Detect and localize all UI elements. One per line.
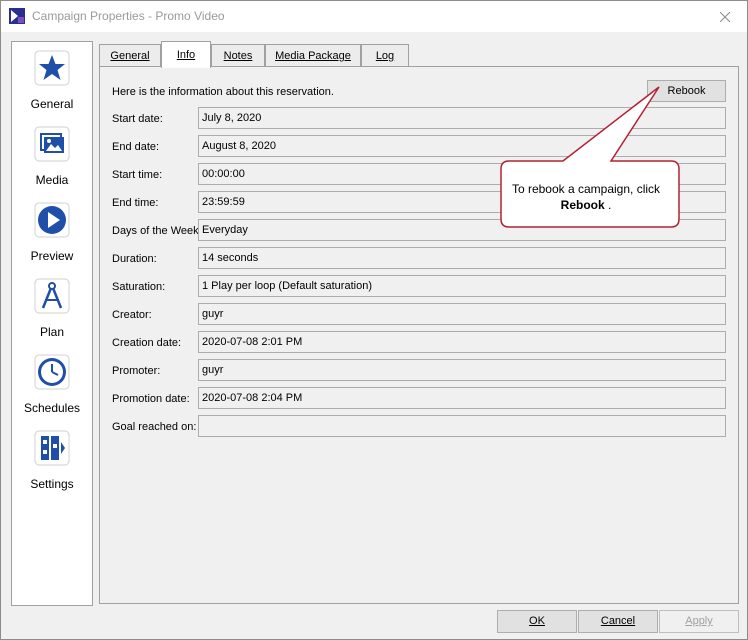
field-creation-date[interactable]: 2020-07-08 2:01 PM	[198, 331, 726, 353]
clock-icon	[34, 354, 70, 390]
ok-button[interactable]: OK	[497, 610, 577, 633]
nav-label-plan: Plan	[39, 325, 65, 339]
nav-label-settings: Settings	[30, 477, 74, 491]
field-start-date[interactable]: July 8, 2020	[198, 107, 726, 129]
star-icon	[34, 50, 70, 86]
field-label-promotion-date: Promotion date:	[112, 393, 190, 405]
callout-text-bold: Rebook	[560, 198, 605, 212]
side-navigation: General Media Preview Plan Schedules Set…	[11, 41, 93, 606]
callout-text-before: To rebook a campaign, click	[511, 182, 661, 196]
apply-button[interactable]: Apply	[659, 610, 739, 633]
window-title: Campaign Properties - Promo Video	[32, 9, 225, 23]
settings-icon	[34, 430, 70, 466]
nav-label-media: Media	[35, 173, 69, 187]
field-label-promoter: Promoter:	[112, 365, 161, 377]
info-intro-text: Here is the information about this reser…	[112, 86, 334, 98]
field-promoter[interactable]: guyr	[198, 359, 726, 381]
app-logo-icon	[9, 8, 25, 24]
tab-notes[interactable]: Notes	[211, 44, 265, 67]
tab-media-package-label: Media Package	[275, 50, 351, 62]
nav-item-plan[interactable]: Plan	[12, 278, 92, 354]
nav-label-preview: Preview	[30, 249, 74, 263]
field-label-start-date: Start date:	[112, 113, 163, 125]
callout-text-after: .	[604, 198, 612, 212]
nav-label-general: General	[30, 97, 74, 111]
tab-log[interactable]: Log	[361, 44, 409, 67]
field-label-start-time: Start time:	[112, 169, 163, 181]
nav-item-preview[interactable]: Preview	[12, 202, 92, 278]
field-label-creation-date: Creation date:	[112, 337, 182, 349]
callout-text: To rebook a campaign, click Rebook .	[501, 181, 671, 213]
close-icon	[720, 11, 730, 22]
campaign-properties-window: Campaign Properties - Promo Video Genera…	[0, 0, 748, 640]
compass-icon	[34, 278, 70, 314]
nav-item-settings[interactable]: Settings	[12, 430, 92, 506]
close-button[interactable]	[703, 1, 747, 32]
field-goal-reached[interactable]	[198, 415, 726, 437]
cancel-button[interactable]: Cancel	[578, 610, 658, 633]
nav-item-schedules[interactable]: Schedules	[12, 354, 92, 430]
apply-button-label: Apply	[685, 615, 713, 627]
field-duration[interactable]: 14 seconds	[198, 247, 726, 269]
play-icon	[34, 202, 70, 238]
nav-item-media[interactable]: Media	[12, 126, 92, 202]
field-label-end-date: End date:	[112, 141, 160, 153]
tab-notes-label: Notes	[223, 50, 253, 62]
nav-item-general[interactable]: General	[12, 50, 92, 126]
field-promotion-date[interactable]: 2020-07-08 2:04 PM	[198, 387, 726, 409]
title-bar[interactable]: Campaign Properties - Promo Video	[1, 1, 747, 32]
nav-label-schedules: Schedules	[23, 401, 81, 415]
field-label-goal-reached: Goal reached on:	[112, 421, 197, 433]
info-panel: Here is the information about this reser…	[99, 66, 739, 604]
tab-media-package[interactable]: Media Package	[265, 44, 361, 67]
rebook-button[interactable]: Rebook	[647, 80, 726, 102]
field-label-duration: Duration:	[112, 253, 157, 265]
tab-log-label: Log	[375, 50, 395, 62]
tab-general[interactable]: General	[99, 44, 161, 67]
field-label-days-of-week: Days of the Week:	[112, 225, 202, 237]
ok-button-label: OK	[529, 615, 545, 627]
tab-general-label: General	[110, 50, 150, 62]
rebook-callout: To rebook a campaign, click Rebook .	[500, 86, 680, 228]
field-label-end-time: End time:	[112, 197, 159, 209]
tab-info-label: Info	[176, 49, 196, 61]
field-label-creator: Creator:	[112, 309, 152, 321]
media-icon	[34, 126, 70, 162]
cancel-button-label: Cancel	[600, 615, 636, 627]
field-creator[interactable]: guyr	[198, 303, 726, 325]
field-label-saturation: Saturation:	[112, 281, 166, 293]
field-end-date[interactable]: August 8, 2020	[198, 135, 726, 157]
tab-info[interactable]: Info	[161, 41, 211, 68]
field-saturation[interactable]: 1 Play per loop (Default saturation)	[198, 275, 726, 297]
